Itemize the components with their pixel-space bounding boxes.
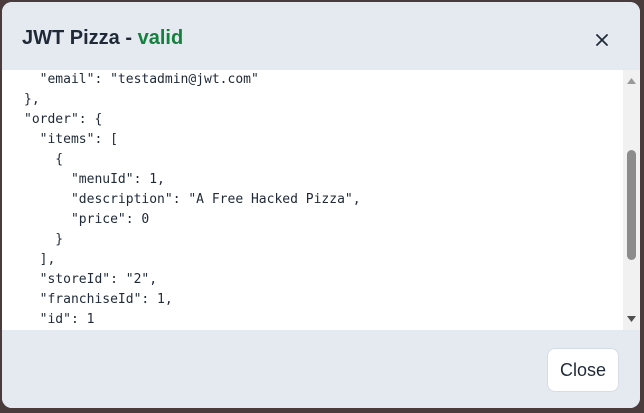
close-x-icon <box>588 26 616 54</box>
json-code-block: "email": "testadmin@jwt.com" }, "order":… <box>24 70 361 330</box>
code-line: { <box>24 152 64 167</box>
modal-footer: Close <box>2 330 640 408</box>
code-line: "id": 1 <box>24 312 95 327</box>
scrollbar-thumb[interactable] <box>627 149 636 260</box>
code-line: "price": 0 <box>24 212 150 227</box>
code-line: "menuId": 1, <box>24 172 165 187</box>
code-line: ], <box>24 252 56 267</box>
code-line: } <box>24 232 64 247</box>
triangle-up-icon <box>623 75 640 92</box>
modal-header: JWT Pizza - valid <box>2 2 640 70</box>
modal-title: JWT Pizza - valid <box>22 27 183 50</box>
code-line: "storeId": "2", <box>24 272 158 287</box>
code-line: "items": [ <box>24 132 118 147</box>
vertical-scrollbar[interactable] <box>623 70 640 330</box>
jwt-modal: JWT Pizza - valid "email": "testadmin@jw… <box>2 2 640 408</box>
dismiss-button[interactable] <box>588 26 616 54</box>
close-button[interactable]: Close <box>547 348 619 392</box>
jwt-status: valid <box>137 27 184 49</box>
code-line: "order": { <box>24 112 103 127</box>
triangle-down-icon <box>623 313 640 330</box>
jwt-payload-panel[interactable]: "email": "testadmin@jwt.com" }, "order":… <box>2 70 640 330</box>
code-line: "email": "testadmin@jwt.com" <box>24 72 259 87</box>
modal-title-text: JWT Pizza - <box>22 27 138 49</box>
scroll-up-button[interactable] <box>623 74 640 88</box>
code-line: "franchiseId": 1, <box>24 292 173 307</box>
code-line: }, <box>24 92 40 107</box>
scroll-down-button[interactable] <box>623 312 640 326</box>
code-line: "description": "A Free Hacked Pizza", <box>24 192 361 207</box>
